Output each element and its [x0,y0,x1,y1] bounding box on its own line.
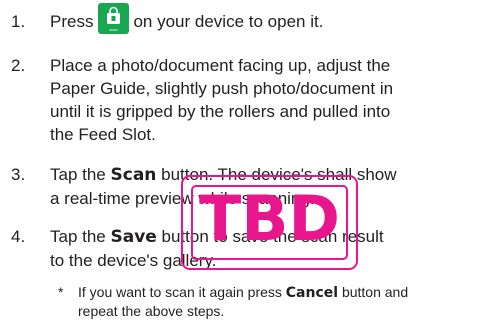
tbd-stamp: TBD [181,175,358,270]
step-text: Place a photo/document facing up, adjust… [50,56,394,144]
footnote-marker: * [58,284,64,300]
save-keyword: Save [110,227,157,247]
step-number: 1. [11,12,26,31]
stamp-text: TBD [198,182,340,255]
footnote-text: If you want to scan it again press Cance… [78,284,409,319]
svg-text:scan: scan [110,27,118,32]
scan-keyword: Scan [110,165,157,185]
cancel-keyword: Cancel [285,285,339,301]
step-number: 4. [11,227,26,246]
step-number: 2. [11,56,26,75]
step-number: 3. [11,165,26,184]
shopping-bag-icon: scan [98,3,130,35]
step-text: Press scan on your device to open it. [50,3,480,35]
